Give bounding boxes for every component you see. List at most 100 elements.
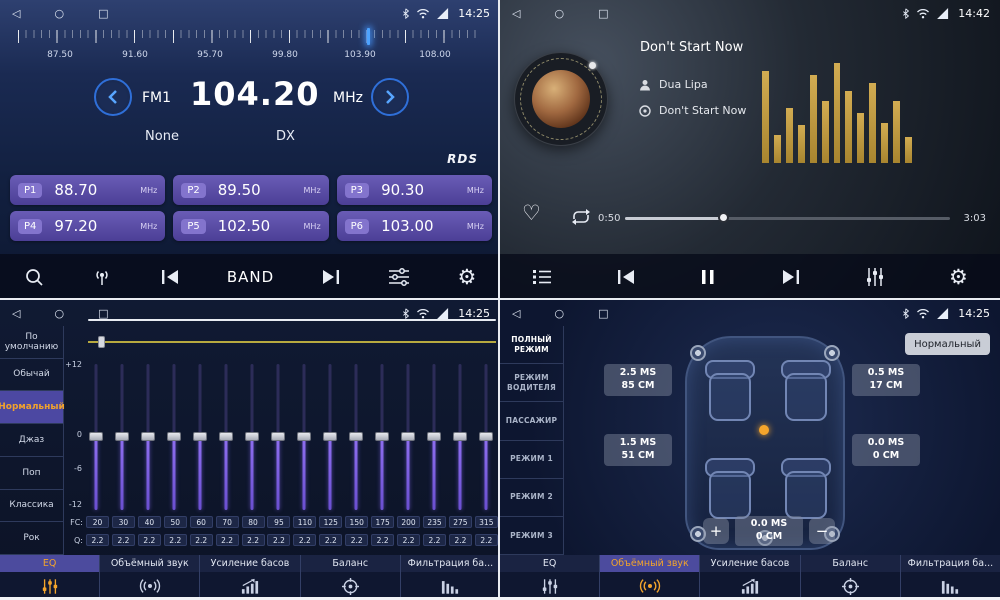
eq-band-slider[interactable] (348, 364, 364, 510)
eq-preset-item[interactable]: Джаз (0, 424, 63, 457)
dx-mode-label[interactable]: DX (276, 129, 295, 144)
tab-bass[interactable]: Усиление басов (200, 555, 300, 600)
tab-balance[interactable]: Баланс (801, 555, 901, 600)
eq-preset-item[interactable]: По умолчанию (0, 326, 63, 359)
radio-preset-button[interactable]: P6103.00MHz (337, 211, 492, 241)
radio-preset-button[interactable]: P188.70MHz (10, 175, 165, 205)
broadcast-button[interactable] (85, 254, 119, 300)
recents-nav-icon[interactable]: □ (98, 8, 108, 19)
listening-mode-item[interactable]: РЕЖИМ 2 (500, 479, 563, 517)
slider-knob[interactable] (453, 432, 467, 441)
playlist-button[interactable] (526, 254, 558, 300)
tab-eq[interactable]: EQ (0, 555, 100, 600)
radio-preset-button[interactable]: P5102.50MHz (173, 211, 328, 241)
eq-band-slider[interactable] (374, 364, 390, 510)
delay-decrease-button[interactable]: − (809, 518, 835, 544)
tab-surround[interactable]: Объёмный звук (100, 555, 200, 600)
back-nav-icon[interactable]: ◁ (512, 8, 520, 19)
eq-band-slider[interactable] (192, 364, 208, 510)
progress-slider[interactable] (625, 217, 950, 220)
slider-knob[interactable] (297, 432, 311, 441)
radio-preset-button[interactable]: P497.20MHz (10, 211, 165, 241)
front-right-delay[interactable]: 0.5 MS 17 CM (852, 364, 920, 396)
radio-preset-button[interactable]: P390.30MHz (337, 175, 492, 205)
eq-band-slider[interactable] (140, 364, 156, 510)
tune-down-button[interactable] (94, 78, 132, 116)
slider-knob[interactable] (219, 432, 233, 441)
album-art[interactable] (514, 52, 608, 146)
back-nav-icon[interactable]: ◁ (12, 8, 20, 19)
search-stations-button[interactable] (18, 254, 50, 300)
recents-nav-icon[interactable]: □ (98, 308, 108, 319)
slider-knob[interactable] (349, 432, 363, 441)
favorite-button[interactable]: ♡ (522, 203, 541, 224)
eq-band-slider[interactable] (322, 364, 338, 510)
eq-master-slider[interactable] (88, 341, 496, 343)
tab-eq[interactable]: EQ (500, 555, 600, 600)
repeat-button[interactable] (570, 209, 592, 229)
eq-preset-item[interactable]: Обычай (0, 359, 63, 392)
slider-knob[interactable] (375, 432, 389, 441)
rear-left-delay[interactable]: 1.5 MS 51 CM (604, 434, 672, 466)
progress-knob[interactable] (718, 212, 729, 223)
listening-mode-item[interactable]: РЕЖИМ 3 (500, 517, 563, 555)
front-left-delay[interactable]: 2.5 MS 85 CM (604, 364, 672, 396)
tab-bass[interactable]: Усиление басов (700, 555, 800, 600)
eq-band-slider[interactable] (218, 364, 234, 510)
eq-band-slider[interactable] (88, 364, 104, 510)
equalizer-button[interactable] (859, 254, 891, 300)
next-track-button[interactable] (775, 254, 807, 300)
front-left-speaker-icon[interactable] (690, 345, 706, 361)
tab-surround[interactable]: Объёмный звук (600, 555, 700, 600)
eq-preset-item[interactable]: Поп (0, 457, 63, 490)
home-nav-icon[interactable]: ○ (554, 308, 564, 319)
previous-station-button[interactable] (154, 254, 186, 300)
eq-band-slider[interactable] (296, 364, 312, 510)
eq-preset-item[interactable]: Нормальный (0, 391, 63, 424)
slider-knob[interactable] (245, 432, 259, 441)
home-nav-icon[interactable]: ○ (54, 308, 64, 319)
listening-mode-item[interactable]: ПАССАЖИР (500, 402, 563, 440)
eq-band-slider[interactable] (244, 364, 260, 510)
eq-band-slider[interactable] (166, 364, 182, 510)
slider-knob[interactable] (89, 432, 103, 441)
listening-mode-item[interactable]: РЕЖИМ ВОДИТЕЛЯ (500, 364, 563, 402)
eq-master-knob[interactable] (98, 336, 105, 348)
eq-band-slider[interactable] (452, 364, 468, 510)
surround-preset-button[interactable]: Нормальный (905, 333, 990, 355)
previous-track-button[interactable] (610, 254, 642, 300)
recents-nav-icon[interactable]: □ (598, 8, 608, 19)
tab-filter[interactable]: Фильтрация ба... (401, 555, 500, 600)
eq-band-slider[interactable] (478, 364, 494, 510)
radio-preset-button[interactable]: P289.50MHz (173, 175, 328, 205)
listening-position-dot[interactable] (759, 425, 769, 435)
eq-preset-item[interactable]: Рок (0, 522, 63, 555)
eq-band-slider[interactable] (400, 364, 416, 510)
pause-button[interactable] (694, 254, 722, 300)
settings-button[interactable]: ⚙ (452, 254, 483, 300)
front-right-speaker-icon[interactable] (824, 345, 840, 361)
listening-mode-item[interactable]: РЕЖИМ 1 (500, 441, 563, 479)
home-nav-icon[interactable]: ○ (54, 8, 64, 19)
slider-knob[interactable] (193, 432, 207, 441)
tune-up-button[interactable] (371, 78, 409, 116)
back-nav-icon[interactable]: ◁ (12, 308, 20, 319)
slider-knob[interactable] (401, 432, 415, 441)
slider-knob[interactable] (167, 432, 181, 441)
home-nav-icon[interactable]: ○ (554, 8, 564, 19)
frequency-scale[interactable]: 87.5091.6095.7099.80103.90108.00 (18, 30, 482, 66)
delay-increase-button[interactable]: + (703, 518, 729, 544)
band-button[interactable]: BAND (221, 254, 280, 300)
eq-preset-item[interactable]: Классика (0, 490, 63, 523)
eq-band-slider[interactable] (426, 364, 442, 510)
back-nav-icon[interactable]: ◁ (512, 308, 520, 319)
audio-settings-button[interactable] (382, 254, 416, 300)
slider-knob[interactable] (323, 432, 337, 441)
next-station-button[interactable] (315, 254, 347, 300)
slider-knob[interactable] (427, 432, 441, 441)
eq-band-slider[interactable] (270, 364, 286, 510)
tab-filter[interactable]: Фильтрация ба... (901, 555, 1000, 600)
tab-balance[interactable]: Баланс (301, 555, 401, 600)
slider-knob[interactable] (141, 432, 155, 441)
eq-band-slider[interactable] (114, 364, 130, 510)
